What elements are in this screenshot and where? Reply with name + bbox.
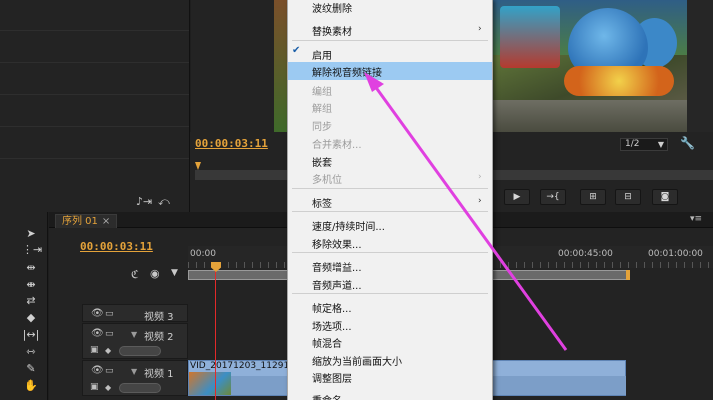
submenu-arrow-icon: › [478,172,482,182]
rate-stretch-tool-icon[interactable]: ⇄ [22,294,40,307]
panel-divider [0,30,189,31]
track-select-tool-icon[interactable]: ⋮⇥ [22,243,42,256]
keyframe-icon[interactable]: ◆ [105,346,111,355]
snap-icon[interactable]: ℭ [131,268,139,281]
panel-divider [0,126,189,127]
ripple-edit-tool-icon[interactable]: ⇹ [22,261,40,274]
menu-separator [292,40,488,41]
camera-icon[interactable]: ◙ [652,189,678,205]
expand-triangle-icon[interactable]: ▼ [131,330,137,339]
display-style-icon[interactable]: ▣ [90,382,99,392]
wrench-icon[interactable]: 🔧 [680,136,695,150]
menu-item[interactable]: 帧混合 [312,335,342,350]
check-icon: ✔ [292,45,301,56]
program-timecode[interactable]: 00:00:03:11 [195,137,268,150]
preview-edge [687,0,713,132]
ruler-label: 00:00 [190,249,216,259]
play-icon[interactable]: ▶ [504,189,530,205]
film-icon[interactable]: ▭ [105,366,114,376]
panel-menu-icon[interactable]: ▾≡ [690,214,702,224]
ruler-label: 00:00:45:00 [558,249,613,259]
work-area-end-handle[interactable] [626,270,630,280]
menu-item: 多机位 [312,175,342,186]
export-icon[interactable]: ⤺ [158,195,170,209]
rolling-edit-tool-icon[interactable]: ⇼ [22,278,40,291]
marker-icon[interactable]: ◉ [150,267,160,280]
menu-item: 合并素材... [312,140,362,151]
expand-triangle-icon[interactable]: ▼ [131,367,137,376]
clip-thumbnail [189,372,231,395]
eye-icon[interactable]: 👁 [91,328,104,339]
menu-item[interactable]: 调整图层 [312,370,352,385]
panel-divider [0,158,189,159]
close-icon[interactable]: × [102,216,110,227]
step-forward-icon[interactable]: →{ [540,189,566,205]
audio-icon[interactable]: ♪⇥ [136,195,152,208]
menu-item[interactable]: 替换素材 [312,23,352,38]
track-label: 视频 3 [144,312,174,323]
project-panel [0,0,190,212]
submenu-arrow-icon: › [478,24,482,34]
menu-item: 编组 [312,87,332,98]
menu-item[interactable]: 移除效果... [312,236,362,251]
panel-divider [0,62,189,63]
menu-item[interactable]: 启用 [312,47,332,62]
razor-tool-icon[interactable]: ◆ [22,311,40,324]
pen-tool-icon[interactable]: ✎ [22,362,40,375]
tab-sequence[interactable]: 序列 01 × [55,214,118,228]
menu-item[interactable]: 音频声道... [312,277,362,292]
slide-tool-icon[interactable]: ⇿ [22,345,40,358]
display-style-icon[interactable]: ▣ [90,345,99,355]
menu-item[interactable]: 帧定格... [312,300,352,315]
lift-icon[interactable]: ⊞ [580,189,606,205]
menu-separator [292,211,488,212]
menu-separator [292,293,488,294]
add-marker-icon[interactable]: ▼ [171,268,178,278]
panel-divider [0,94,189,95]
clip-name: VID_20171203_112913 [190,361,295,371]
menu-separator [292,188,488,189]
menu-separator [292,252,488,253]
program-preview-strip [274,0,288,132]
menu-item[interactable]: 音频增益... [312,259,362,274]
program-preview-image [492,0,687,132]
fit-select-value: 1/2 [625,139,640,149]
slip-tool-icon[interactable]: |↔| [22,328,40,341]
selection-tool-icon[interactable]: ➤ [22,227,40,240]
film-icon[interactable]: ▭ [105,309,114,319]
track-label: 视频 2 [144,332,174,343]
chevron-down-icon: ▼ [657,140,664,149]
menu-item[interactable]: 标签 [312,195,332,210]
menu-item[interactable]: 速度/持续时间... [312,218,385,233]
ruler-label: 00:01:00:00 [648,249,703,259]
extract-icon[interactable]: ⊟ [615,189,641,205]
menu-item[interactable]: 解除视音频链接 [312,64,382,79]
keyframe-icon[interactable]: ◆ [105,383,111,392]
keyframe-navigator[interactable] [119,383,161,393]
track-header-video-2[interactable]: 👁 ▭ ▼ 视频 2 ▣ ◆ [82,323,188,359]
track-header-video-1[interactable]: 👁 ▭ ▼ 视频 1 ▣ ◆ [82,360,188,396]
track-header-video-3[interactable]: 👁 ▭ 视频 3 [82,304,188,323]
menu-item[interactable]: 缩放为当前画面大小 [312,353,402,368]
timeline-timecode[interactable]: 00:00:03:11 [80,240,153,253]
timeline-playhead-line[interactable] [215,262,216,400]
menu-item: 解组 [312,104,332,115]
tab-sequence-label: 序列 01 [62,216,98,227]
menu-item[interactable]: 场选项... [312,318,352,333]
fit-select[interactable]: 1/2 ▼ [620,138,668,151]
menu-item: 同步 [312,122,332,133]
eye-icon[interactable]: 👁 [91,308,104,319]
menu-item[interactable]: 重命名 [312,392,342,400]
menu-item[interactable]: 嵌套 [312,154,332,169]
keyframe-navigator[interactable] [119,346,161,356]
hand-tool-icon[interactable]: ✋ [22,379,40,392]
eye-icon[interactable]: 👁 [91,365,104,376]
film-icon[interactable]: ▭ [105,329,114,339]
menu-item[interactable]: 波纹删除 [312,0,352,15]
submenu-arrow-icon: › [478,196,482,206]
track-label: 视频 1 [144,369,174,380]
